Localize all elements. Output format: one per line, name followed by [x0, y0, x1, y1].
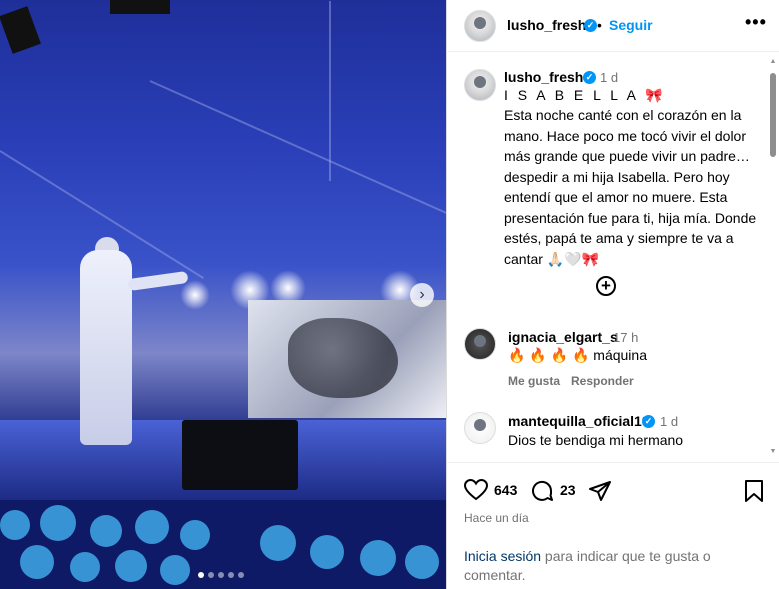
scrollbar-thumb[interactable]: [770, 73, 776, 157]
decor-dot: [90, 515, 122, 547]
decor-dot: [260, 525, 296, 561]
carousel-next-button[interactable]: ›: [410, 283, 434, 307]
comment-time: 1 d: [660, 414, 679, 429]
likes-count[interactable]: 643: [494, 482, 517, 498]
more-options-icon[interactable]: •••: [745, 12, 767, 33]
decor-dot: [405, 545, 439, 579]
author-avatar[interactable]: [464, 10, 496, 42]
share-icon[interactable]: [588, 479, 612, 503]
carousel-dot: [208, 572, 214, 578]
carousel-dot: [228, 572, 234, 578]
video-screen: [248, 300, 446, 418]
login-prompt: Inicia sesión para indicar que te gusta …: [464, 547, 754, 585]
screen-image: [288, 318, 398, 398]
caption-time: 1 d: [600, 70, 619, 85]
stage-light: [180, 280, 210, 310]
decor-dot: [115, 550, 147, 582]
decor-dot: [40, 505, 76, 541]
post-time-ago: Hace un día: [464, 511, 529, 525]
tent-seam: [149, 80, 446, 217]
chevron-right-icon: ›: [419, 286, 425, 303]
commenter-avatar[interactable]: [464, 412, 496, 444]
caption-title: I S A B E L L A 🎀: [504, 87, 666, 103]
decor-dot: [70, 552, 100, 582]
author-username[interactable]: lusho_fresh: [507, 17, 586, 33]
verified-badge-icon: ✓: [584, 19, 597, 32]
post-side-panel: lusho_fresh ✓ • Seguir ••• lusho_fresh ✓…: [446, 0, 779, 589]
decor-dot: [135, 510, 169, 544]
comments-scrollbar[interactable]: ▲ ▼: [769, 58, 777, 458]
comment-username[interactable]: mantequilla_oficial19: [508, 413, 650, 429]
verified-badge-icon: ✓: [642, 415, 655, 428]
singer: [80, 250, 132, 445]
decor-dot: [160, 555, 190, 585]
comment-text: Dios te bendiga mi hermano: [508, 432, 684, 448]
comment-icon[interactable]: [530, 479, 554, 503]
comment-text: 🔥 🔥 🔥 🔥 máquina: [508, 347, 647, 363]
stage-speaker: [182, 420, 298, 490]
decor-dot: [180, 520, 210, 550]
heart-icon[interactable]: [464, 479, 488, 501]
decor-dot: [20, 545, 54, 579]
comment-username[interactable]: ignacia_elgart_s: [508, 329, 618, 345]
decor-dot: [360, 540, 396, 576]
tent-seam: [329, 1, 331, 181]
stage-lamp: [110, 0, 170, 14]
decor-dot: [0, 510, 30, 540]
scroll-down-icon[interactable]: ▼: [769, 448, 777, 455]
post-actions: 643 23 Hace un día Inicia sesión para in…: [447, 462, 779, 589]
post-header: lusho_fresh ✓ • Seguir •••: [447, 0, 779, 52]
caption-text: Esta noche canté con el corazón en la ma…: [504, 107, 757, 267]
caption-author-avatar[interactable]: [464, 69, 496, 101]
carousel-indicator: [198, 572, 244, 578]
caption-username[interactable]: lusho_fresh: [504, 69, 583, 85]
commenter-avatar[interactable]: [464, 328, 496, 360]
comments-section[interactable]: lusho_fresh ✓ 1 d I S A B E L L A 🎀 Esta…: [447, 52, 779, 462]
comments-count[interactable]: 23: [560, 482, 576, 498]
decor-dot: [310, 535, 344, 569]
verified-badge-icon: ✓: [583, 71, 596, 84]
comment-like-button[interactable]: Me gusta: [508, 374, 560, 388]
carousel-dot: [238, 572, 244, 578]
carousel-dot: [218, 572, 224, 578]
comment-reply-button[interactable]: Responder: [571, 374, 634, 388]
follow-button[interactable]: Seguir: [609, 17, 653, 33]
comment-time: 17 h: [613, 330, 639, 345]
scroll-up-icon[interactable]: ▲: [769, 58, 777, 65]
separator-dot: •: [597, 17, 602, 33]
bookmark-icon[interactable]: [744, 479, 764, 503]
carousel-dot: [198, 572, 204, 578]
login-link[interactable]: Inicia sesión: [464, 548, 541, 564]
post-media-image[interactable]: ›: [0, 0, 446, 589]
singer-arm: [127, 270, 189, 292]
stage-lamp: [0, 6, 41, 54]
plus-circle-icon[interactable]: +: [596, 276, 616, 296]
